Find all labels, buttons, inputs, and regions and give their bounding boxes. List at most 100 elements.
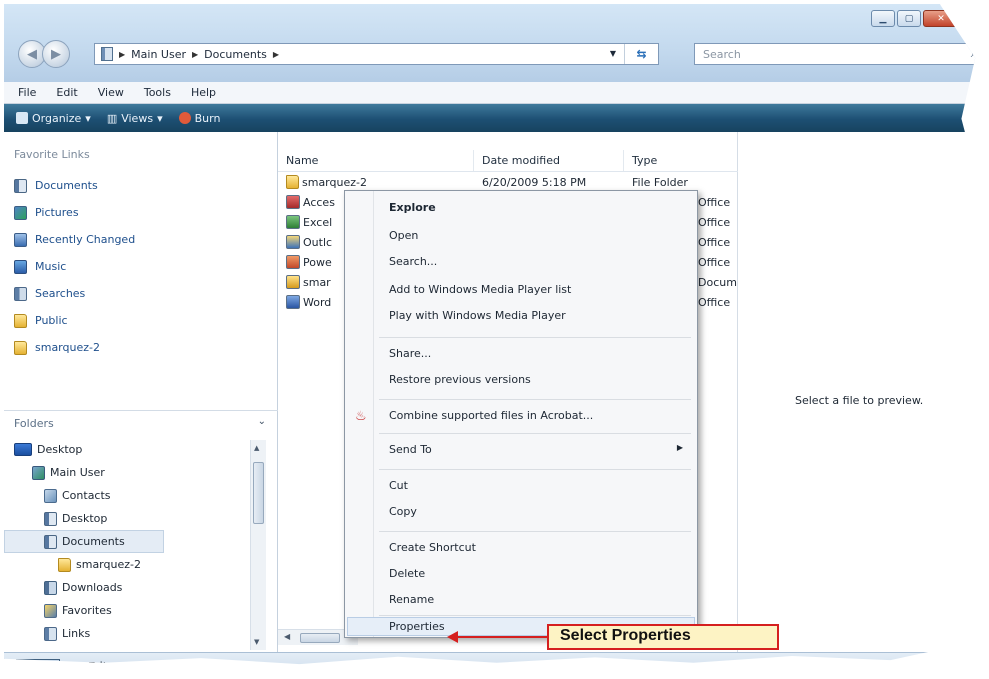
file-row[interactable]: smarquez-2 6/20/2009 5:18 PM File Folder	[278, 172, 738, 192]
favorite-link-music[interactable]: Music	[14, 253, 135, 280]
menu-item-delete[interactable]: Delete	[389, 567, 425, 580]
file-name: smar	[303, 275, 331, 289]
tree-item-documents[interactable]: Documents	[4, 530, 164, 553]
menu-item-add-to-wmp-list[interactable]: Add to Windows Media Player list	[389, 283, 571, 296]
chevron-right-icon: ▶	[119, 49, 126, 59]
downloads-icon	[44, 580, 57, 595]
menu-file[interactable]: File	[18, 86, 36, 99]
favorite-link-label: Music	[35, 260, 67, 273]
address-dropdown-icon[interactable]: ▼	[610, 49, 616, 58]
instruction-callout: Select Properties	[547, 624, 779, 650]
menu-item-properties[interactable]: Properties	[389, 620, 445, 633]
search-icon[interactable]: ⌕	[971, 46, 978, 61]
folders-header[interactable]: Folders ⌄	[4, 410, 278, 434]
tree-item-favorites[interactable]: Favorites	[4, 599, 264, 622]
menu-item-share[interactable]: Share...	[389, 347, 431, 360]
tree-item-label: Downloads	[62, 581, 123, 594]
menu-help[interactable]: Help	[191, 86, 216, 99]
tree-item-main-user[interactable]: Main User	[4, 461, 264, 484]
menu-item-copy[interactable]: Copy	[389, 505, 417, 518]
menu-item-restore-previous-versions[interactable]: Restore previous versions	[389, 373, 531, 386]
details-pane: 7 items	[4, 652, 980, 665]
chevron-down-icon[interactable]: ⌄	[258, 416, 266, 427]
access-icon	[286, 195, 300, 209]
scroll-down-icon[interactable]: ▼	[254, 638, 259, 646]
refresh-icon[interactable]: ⇆	[624, 44, 658, 64]
tree-item-contacts[interactable]: Contacts	[4, 484, 264, 507]
favorite-link-smarquez-2[interactable]: smarquez-2	[14, 334, 135, 361]
tree-item-label: Desktop	[62, 512, 108, 525]
documents-icon	[44, 534, 57, 549]
menu-edit[interactable]: Edit	[56, 86, 77, 99]
tree-item-downloads[interactable]: Downloads	[4, 576, 264, 599]
recently-changed-icon	[14, 232, 27, 247]
favorite-link-documents[interactable]: Documents	[14, 172, 135, 199]
word-icon	[286, 295, 300, 309]
search-input[interactable]: Search ⌕	[694, 43, 980, 65]
tree-item-label: Main User	[50, 466, 105, 479]
column-header-type[interactable]: Type	[624, 150, 730, 171]
minimize-button[interactable]: ▁	[871, 10, 895, 27]
menu-item-play-with-wmp[interactable]: Play with Windows Media Player	[389, 309, 566, 322]
favorite-link-pictures[interactable]: Pictures	[14, 199, 135, 226]
favorite-link-recently-changed[interactable]: Recently Changed	[14, 226, 135, 253]
menu-separator	[379, 337, 691, 338]
menu-item-explore[interactable]: Explore	[389, 201, 436, 214]
chevron-right-icon: ▶	[191, 49, 199, 59]
scroll-up-icon[interactable]: ▲	[254, 444, 259, 452]
menu-item-create-shortcut[interactable]: Create Shortcut	[389, 541, 476, 554]
forward-button[interactable]: ▶	[42, 40, 70, 68]
views-button[interactable]: ▥ Views ▾	[107, 112, 163, 125]
views-label: Views	[121, 111, 154, 125]
menu-item-cut[interactable]: Cut	[389, 479, 408, 492]
tree-item-links[interactable]: Links	[4, 622, 264, 645]
file-list-scroll-thumb[interactable]	[300, 633, 340, 643]
file-name: Word	[303, 295, 332, 309]
folder-icon	[286, 175, 299, 189]
menu-item-open[interactable]: Open	[389, 229, 418, 242]
breadcrumb-documents[interactable]: Documents	[204, 48, 267, 61]
tree-scroll-thumb[interactable]	[253, 462, 264, 524]
document-icon	[286, 275, 300, 289]
menu-item-send-to[interactable]: Send To	[389, 443, 432, 456]
folders-title: Folders	[14, 417, 54, 430]
tree-item-label: smarquez-2	[76, 558, 141, 571]
tree-item-desktop-folder[interactable]: Desktop	[4, 507, 264, 530]
menu-tools[interactable]: Tools	[144, 86, 171, 99]
views-icon: ▥	[106, 111, 118, 125]
preview-placeholder: Select a file to preview.	[795, 394, 924, 407]
menu-item-combine-in-acrobat[interactable]: Combine supported files in Acrobat...	[389, 409, 593, 422]
close-button[interactable]: ✕	[923, 10, 959, 27]
links-icon	[44, 626, 57, 641]
organize-button[interactable]: Organize ▾	[16, 112, 91, 125]
tree-item-smarquez-2[interactable]: smarquez-2	[4, 553, 264, 576]
favorite-link-searches[interactable]: Searches	[14, 280, 135, 307]
favorite-link-label: Recently Changed	[35, 233, 136, 246]
tree-item-label: Contacts	[62, 489, 111, 502]
outlook-icon	[286, 235, 300, 249]
callout-arrow	[456, 636, 547, 638]
menu-item-search[interactable]: Search...	[389, 255, 437, 268]
favorite-link-public[interactable]: Public	[14, 307, 135, 334]
file-type: Office	[698, 255, 731, 269]
music-icon	[14, 259, 27, 274]
menu-item-rename[interactable]: Rename	[389, 593, 434, 606]
folder-icon	[58, 557, 71, 572]
burn-button[interactable]: Burn	[178, 112, 220, 125]
maximize-button[interactable]: ▢	[897, 10, 921, 27]
file-name: Excel	[303, 215, 333, 229]
file-name: Powe	[303, 255, 332, 269]
file-name: Outlc	[303, 235, 333, 249]
column-header-date-modified[interactable]: Date modified	[474, 150, 624, 171]
menu-view[interactable]: View	[98, 86, 124, 99]
column-header-name[interactable]: Name	[278, 150, 474, 171]
breadcrumb-main-user[interactable]: Main User	[131, 48, 186, 61]
folder-tree: Desktop Main User Contacts Desktop Docum…	[4, 438, 264, 650]
tree-item-desktop[interactable]: Desktop	[4, 438, 264, 461]
tree-item-label: Documents	[62, 535, 125, 548]
documents-icon	[14, 178, 27, 193]
address-bar[interactable]: ▶ Main User ▶ Documents ▶ ▼ ⇆	[94, 43, 659, 65]
scroll-left-icon[interactable]: ◀	[284, 632, 290, 641]
tree-scrollbar[interactable]: ▲ ▼	[250, 440, 266, 650]
tree-item-label: Links	[62, 627, 91, 640]
